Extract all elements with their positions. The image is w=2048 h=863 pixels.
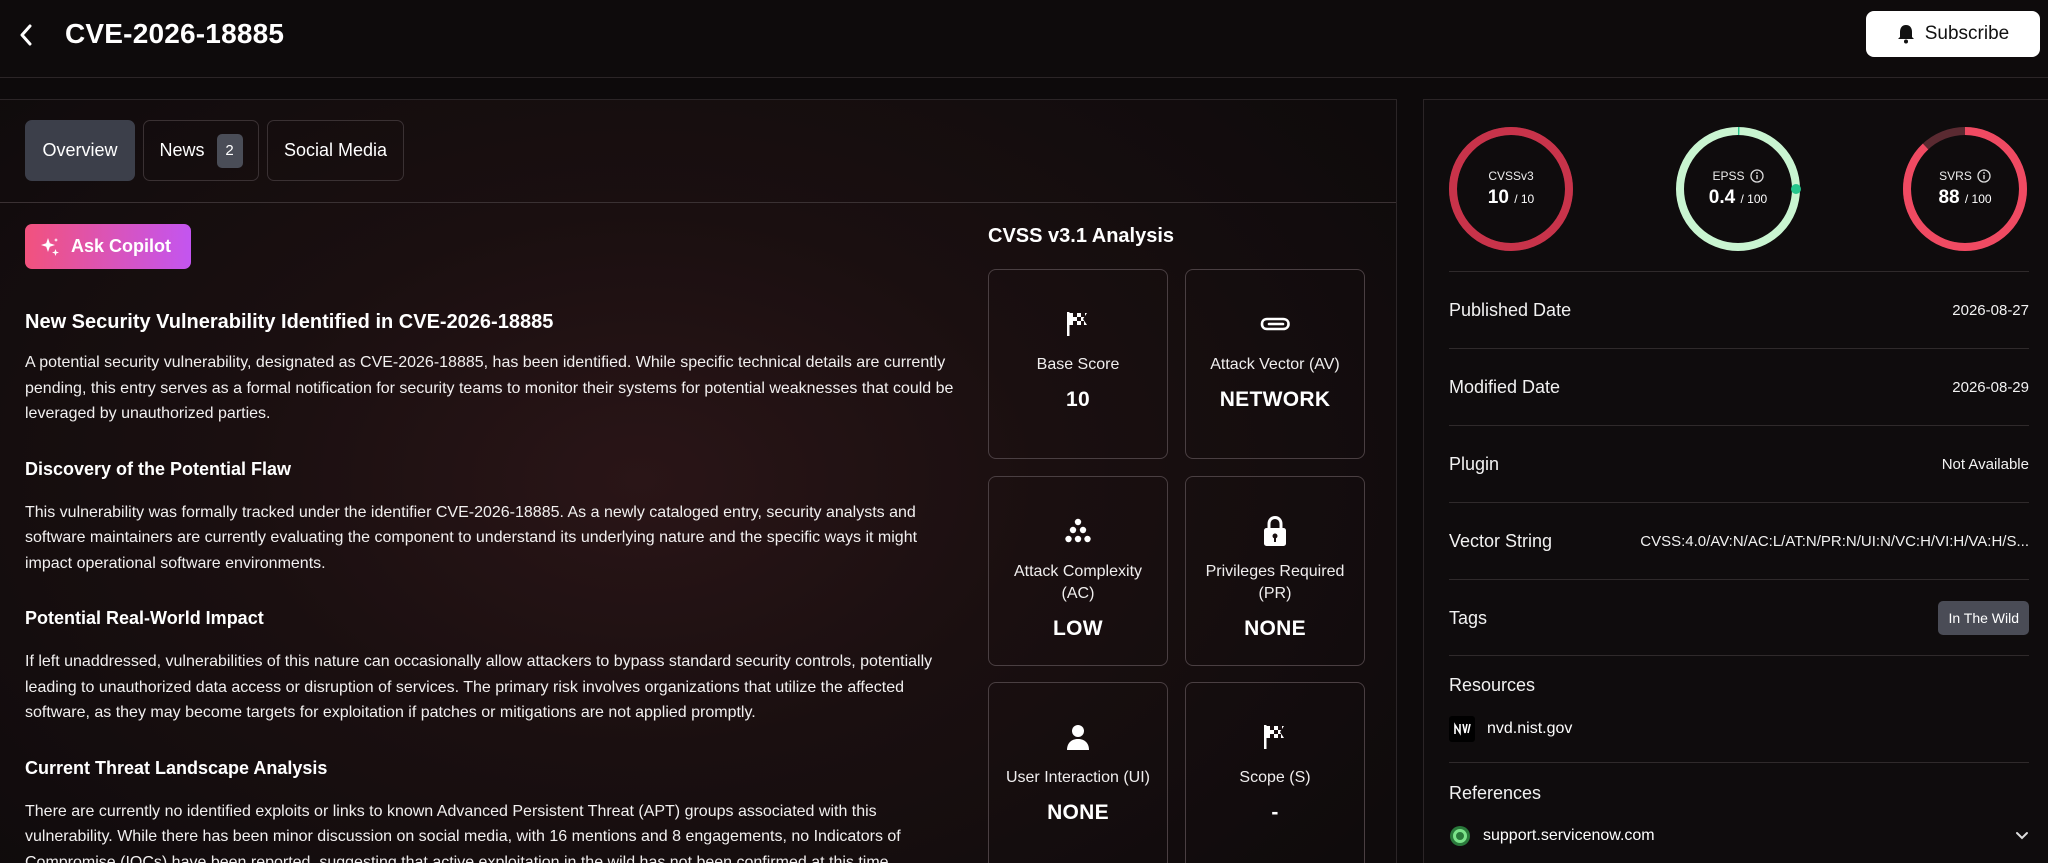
resource-label: nvd.nist.gov bbox=[1487, 720, 1573, 737]
gauge-name: SVRS bbox=[1939, 169, 1972, 183]
cvss-card-value: - bbox=[1271, 801, 1279, 824]
divider bbox=[1449, 655, 2029, 656]
resource-link[interactable]: nvd.nist.gov bbox=[1449, 716, 1572, 742]
nvd-logo-icon bbox=[1449, 716, 1475, 742]
detail-key: Tags bbox=[1449, 607, 1488, 628]
flag-icon bbox=[1264, 725, 1284, 749]
tag-pill[interactable]: In The Wild bbox=[1938, 601, 2029, 635]
divider bbox=[1449, 762, 2029, 763]
cvss-card-label: Attack Vector (AV) bbox=[1210, 356, 1340, 373]
cvss-card-value: LOW bbox=[1053, 617, 1103, 640]
cvss-card-label: Privileges Required (PR) bbox=[1205, 563, 1345, 602]
section-heading: Current Threat Landscape Analysis bbox=[25, 757, 328, 778]
news-count-badge: 2 bbox=[216, 133, 243, 168]
svrs-gauge: SVRS 88 / 100 bbox=[1900, 124, 2030, 254]
info-icon[interactable] bbox=[1749, 169, 1764, 183]
cvss-card-value: NETWORK bbox=[1219, 388, 1331, 411]
detail-key: Plugin bbox=[1449, 453, 1500, 474]
tab-social-media[interactable]: Social Media bbox=[267, 120, 404, 181]
cvss-card-value: NONE bbox=[1047, 801, 1109, 824]
tab-overview[interactable]: Overview bbox=[25, 120, 135, 181]
detail-row-modified-date: Modified Date 2026-08-29 bbox=[1449, 348, 2029, 425]
article-intro: A potential security vulnerability, desi… bbox=[25, 354, 954, 422]
cvss-card-attack-vector: Attack Vector (AV) NETWORK bbox=[1185, 269, 1365, 459]
references-title: References bbox=[1449, 783, 1542, 803]
article: New Security Vulnerability Identified in… bbox=[25, 311, 960, 863]
gauge-name: EPSS bbox=[1712, 169, 1745, 183]
cvss-gauge: CVSSv3 10 / 10 bbox=[1446, 124, 1576, 254]
cvss-card-attack-complexity: Attack Complexity (AC) LOW bbox=[988, 476, 1168, 666]
detail-value: 2026-08-29 bbox=[1952, 378, 2029, 396]
gauge-score: 88 bbox=[1938, 187, 1960, 208]
top-bar: CVE-2026-18885 Subscribe bbox=[0, 0, 2048, 78]
cvss-card-privileges-required: Privileges Required (PR) NONE bbox=[1185, 476, 1365, 666]
cvss-card-label: Scope (S) bbox=[1239, 769, 1311, 786]
detail-row-plugin: Plugin Not Available bbox=[1449, 425, 2029, 502]
tab-label: News bbox=[159, 140, 205, 160]
user-icon bbox=[1067, 725, 1089, 750]
bell-icon bbox=[1897, 25, 1914, 44]
cvss-card-base-score: Base Score 10 bbox=[988, 269, 1168, 459]
section-heading: Discovery of the Potential Flaw bbox=[25, 458, 292, 479]
cvss-card-user-interaction: User Interaction (UI) NONE bbox=[988, 682, 1168, 863]
servicenow-logo-icon bbox=[1449, 825, 1471, 847]
back-button[interactable] bbox=[14, 22, 38, 48]
detail-key: Modified Date bbox=[1449, 376, 1561, 397]
flag-icon bbox=[1067, 312, 1087, 336]
detail-value: Not Available bbox=[1941, 455, 2029, 473]
cvss-card-scope: Scope (S) - bbox=[1185, 682, 1365, 863]
reference-label: support.servicenow.com bbox=[1483, 827, 1655, 844]
gauge-score: 0.4 bbox=[1708, 187, 1736, 208]
main-panel: Overview News 2 Social Media Ask Copilot… bbox=[0, 99, 1397, 863]
tab-label: Social Media bbox=[283, 140, 388, 160]
section-body: This vulnerability was formally tracked … bbox=[25, 503, 918, 572]
ask-copilot-label: Ask Copilot bbox=[71, 236, 172, 256]
detail-value: 2026-08-27 bbox=[1952, 301, 2029, 319]
section-heading: Potential Real-World Impact bbox=[25, 608, 264, 628]
detail-value[interactable]: CVSS:4.0/AV:N/AC:L/AT:N/PR:N/UI:N/VC:H/V… bbox=[1640, 533, 2029, 550]
gauge-name: CVSSv3 bbox=[1488, 169, 1534, 183]
section-body: There are currently no identified exploi… bbox=[25, 802, 901, 863]
paperclip-icon bbox=[1260, 317, 1290, 331]
detail-key: Published Date bbox=[1449, 299, 1572, 320]
detail-row-published-date: Published Date 2026-08-27 bbox=[1449, 271, 2029, 348]
epss-gauge: EPSS 0.4 / 100 bbox=[1673, 124, 1803, 254]
resources-title: Resources bbox=[1449, 675, 1536, 695]
tab-bar: Overview News 2 Social Media bbox=[0, 100, 1396, 203]
gauge-max: / 100 bbox=[1740, 192, 1768, 206]
detail-row-tags: Tags In The Wild bbox=[1449, 579, 2029, 656]
reference-link[interactable]: support.servicenow.com bbox=[1449, 825, 2029, 847]
subscribe-button[interactable]: Subscribe bbox=[1866, 11, 2040, 57]
cvss-card-label: User Interaction (UI) bbox=[1005, 769, 1151, 786]
detail-key: Vector String bbox=[1449, 530, 1553, 551]
cvss-card-value: 10 bbox=[1066, 388, 1090, 411]
subscribe-label: Subscribe bbox=[1924, 23, 2010, 44]
lock-icon bbox=[1264, 515, 1286, 546]
cvss-card-label: Base Score bbox=[1036, 356, 1120, 373]
sparkle-icon bbox=[41, 237, 59, 256]
chevron-left-icon bbox=[20, 24, 32, 46]
tab-label: Overview bbox=[42, 140, 118, 160]
chevron-down-icon[interactable] bbox=[2015, 831, 2029, 841]
detail-row-vector-string: Vector String CVSS:4.0/AV:N/AC:L/AT:N/PR… bbox=[1449, 502, 2029, 579]
tab-news[interactable]: News 2 bbox=[143, 120, 259, 181]
cvss-card-label: Attack Complexity (AC) bbox=[1013, 563, 1143, 602]
cvss-card-value: NONE bbox=[1244, 617, 1306, 640]
gauge-max: / 10 bbox=[1514, 192, 1535, 206]
gauge-score: 10 bbox=[1487, 187, 1509, 208]
ask-copilot-button[interactable]: Ask Copilot bbox=[25, 224, 191, 269]
dots-icon bbox=[1065, 518, 1091, 543]
article-title: New Security Vulnerability Identified in… bbox=[25, 311, 554, 333]
gauge-max: / 100 bbox=[1964, 192, 1992, 206]
cvss-analysis-title: CVSS v3.1 Analysis bbox=[988, 225, 1175, 247]
section-body: If left unaddressed, vulnerabilities of … bbox=[25, 653, 933, 721]
page-title: CVE-2026-18885 bbox=[65, 18, 285, 49]
info-icon[interactable] bbox=[1977, 169, 1991, 183]
side-panel: CVSSv3 10 / 10 EPSS 0.4 / 100 SVRS 88 / … bbox=[1423, 99, 2048, 863]
